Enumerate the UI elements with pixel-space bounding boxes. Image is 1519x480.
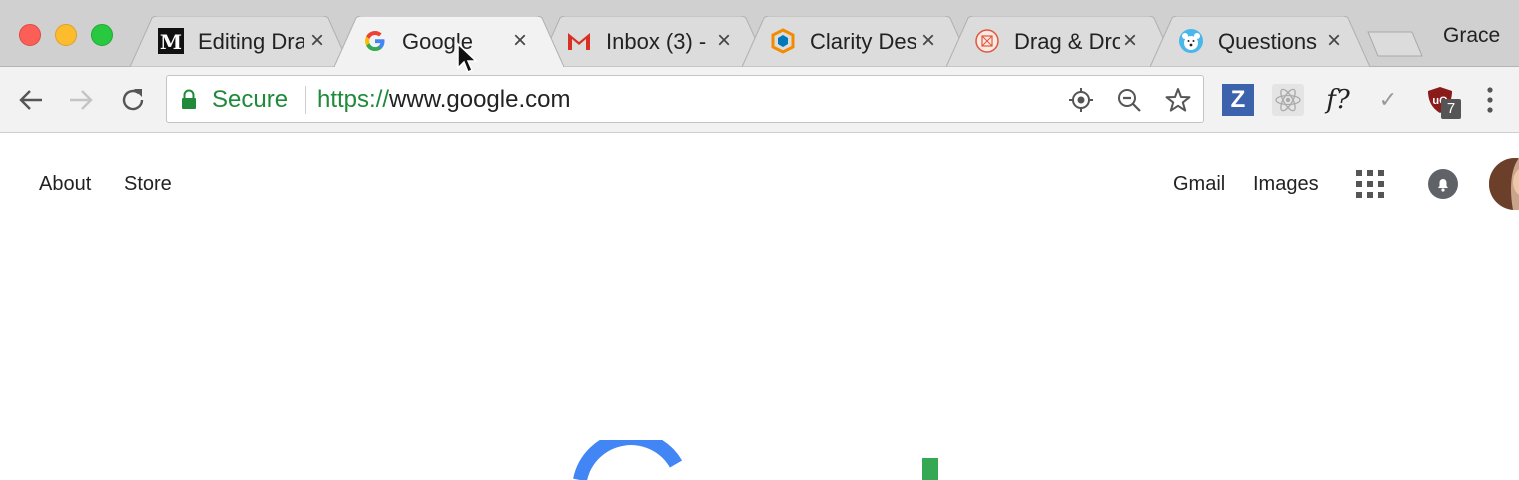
tab-drag-drop[interactable]: Drag & Dro × [946,16,1176,67]
images-link[interactable]: Images [1253,173,1319,196]
secure-label[interactable]: Secure [212,86,288,114]
zoom-out-icon[interactable] [1115,86,1143,114]
polar-bear-icon [1178,28,1204,54]
location-icon[interactable] [1067,86,1095,114]
minimize-window-button[interactable] [55,24,77,46]
whatfont-icon[interactable]: f? [1322,84,1354,116]
tab-close-button[interactable]: × [305,29,329,53]
react-icon[interactable] [1272,84,1304,116]
tab-title: Questions [1218,29,1318,54]
clarity-icon [770,28,796,54]
tab-inbox[interactable]: Inbox (3) - × [538,16,768,67]
about-link[interactable]: About [39,173,91,196]
tab-editing[interactable]: M Editing Dra × [130,16,350,67]
bookmark-star-icon[interactable] [1164,86,1192,114]
profile-name[interactable]: Grace [1443,24,1500,48]
address-divider [305,86,306,114]
tab-title: Inbox (3) - [606,29,707,54]
browser-toolbar: Secure https://www.google.com Z f? ✓ uO [0,67,1519,133]
reload-button[interactable] [118,85,148,115]
tab-title: Editing Dra [198,29,304,54]
close-window-button[interactable] [19,24,41,46]
ublock-badge: 7 [1441,99,1461,119]
check-icon[interactable]: ✓ [1372,84,1404,116]
url-scheme: https:// [317,86,390,113]
avatar[interactable] [1489,158,1519,210]
address-bar[interactable]: Secure https://www.google.com [166,75,1204,123]
back-button[interactable] [16,85,46,115]
tab-questions[interactable]: Questions × [1150,16,1370,67]
browser-menu-icon[interactable] [1479,86,1501,114]
url-text[interactable]: https://www.google.com [317,86,570,114]
tab-google[interactable]: Google × [334,16,564,67]
tab-close-button[interactable]: × [916,29,940,53]
tab-close-button[interactable]: × [508,29,532,53]
tab-strip: M Editing Dra × Inbox (3) - × Clarity De… [0,0,1519,67]
tab-title: Clarity Des [810,29,916,54]
drag-drop-icon [974,28,1000,54]
tab-title: Drag & Dro [1014,29,1120,54]
gmail-icon [566,28,592,54]
notifications-bell-icon[interactable] [1428,169,1458,199]
lock-icon[interactable] [181,89,197,109]
google-logo [560,431,980,480]
tab-clarity[interactable]: Clarity Des × [742,16,972,67]
google-g-icon [362,28,388,54]
gmail-link[interactable]: Gmail [1173,173,1225,196]
svg-text:M: M [160,30,182,54]
zoom-window-button[interactable] [91,24,113,46]
tab-close-button[interactable]: × [1118,29,1142,53]
apps-grid-icon[interactable] [1356,170,1384,198]
medium-icon: M [158,28,184,54]
zenhub-icon[interactable]: Z [1222,84,1254,116]
store-link[interactable]: Store [124,173,172,196]
new-tab-button[interactable] [1366,30,1424,58]
url-host: www.google.com [389,86,571,113]
tab-close-button[interactable]: × [1322,29,1346,53]
mouse-cursor-icon [456,42,478,76]
tab-close-button[interactable]: × [712,29,736,53]
forward-button[interactable] [66,85,96,115]
